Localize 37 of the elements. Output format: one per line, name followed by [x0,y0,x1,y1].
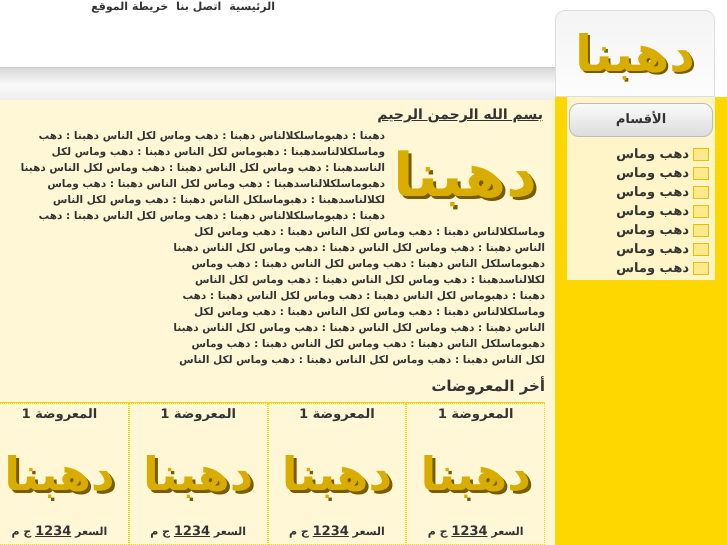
category-link[interactable]: دهب وماس [569,145,709,164]
nav-link[interactable]: خريطة الموقع [91,0,168,14]
paragraph-line: وماسلكلالناس دهبنا : دهب وماس لكل الناس دهبنا : دهب وماس لكل [194,305,545,320]
paragraph-line: الناس دهبنا : دهب وماس لكل الناس دهبنا : دهب وماس لكل الناس دهبنا [173,321,545,336]
paragraph-line: وماسلكلالناس دهبنا : دهب وماس لكل الناس دهبنا : دهب وماس لكل [194,225,545,240]
paragraph-line: الناسدهبنا : دهب وماس لكل الناس دهبنا : دهب وماس لكل الناس دهبنا [20,161,385,176]
sidebar-header: الأقسام [569,103,713,137]
product-title[interactable]: المعروضة 1 [299,404,375,426]
category-link[interactable]: دهب وماس [569,202,709,221]
logo: دهبنا [282,446,392,503]
paragraph-line: لكلالناسدهبنا : دهب وماس لكل الناس دهبنا : دهب وماس لكل الناس [194,273,545,288]
paragraph-line: وماسلكلالناسدهبنا : دهبوماس لكل الناس دهبنا : دهب وماس لكل [52,145,385,160]
category-link[interactable]: دهب وماس [569,240,709,259]
nav-link[interactable]: الرئيسية [229,0,275,14]
product-title[interactable]: المعروضة 1 [438,404,514,426]
logo: دهبنا [420,446,531,503]
category-link[interactable]: دهب وماس [569,259,709,278]
paragraph-line: دهبنا : دهبوماسلكلالناس دهبنا : دهب وماس لكل الناس دهبنا : دهب [38,129,385,144]
section-heading: أخر المعروضات [431,377,545,395]
product-title[interactable]: المعروضة 1 [22,404,98,426]
paragraph-line: لكل الناس دهبنا : دهب وماس لكل الناس دهبنا : دهب وماس لكل الناس [179,353,545,368]
paragraph-line: دهبوماسلكل الناس دهبنا : دهب وماس لكل الناس دهبنا : دهب وماس [192,337,545,352]
nav-link[interactable]: اتصل بنا [176,0,222,14]
logo: دهبنا [392,140,538,213]
category-link[interactable]: دهب وماس [569,221,709,240]
category-link[interactable]: دهب وماس [569,164,709,183]
logo: دهبنا [4,446,115,503]
product-title[interactable]: المعروضة 1 [160,404,236,426]
category-link[interactable]: دهب وماس [569,183,709,202]
heading: بسم الله الرحمن الرحيم [377,107,543,123]
paragraph-line: دهبنا : دهبوماسلكلالناس دهبنا : دهب وماس لكل الناس دهبنا : دهب [38,209,385,224]
paragraph-line: لكلالناسدهبنا : دهبوماسلكل الناس دهبنا : دهب وماس لكل الناس [52,193,385,208]
paragraph-line: دهبنا : دهبوماس لكل الناس دهبنا : دهب وماس لكل الناس دهبنا : دهب [182,289,545,304]
logo: دهبنا [142,446,254,503]
paragraph-line: دهبوماسلكل الناس دهبنا : دهب وماس لكل الناس دهبنا : دهب وماس [192,257,545,272]
paragraph-line: دهبوماسلكلالناسدهبنا : دهب وماس لكل الناس دهبنا : دهب وماس [47,177,385,192]
paragraph-line: الناس دهبنا : دهب وماس لكل الناس دهبنا : دهب وماس لكل الناس دهبنا [173,241,545,256]
